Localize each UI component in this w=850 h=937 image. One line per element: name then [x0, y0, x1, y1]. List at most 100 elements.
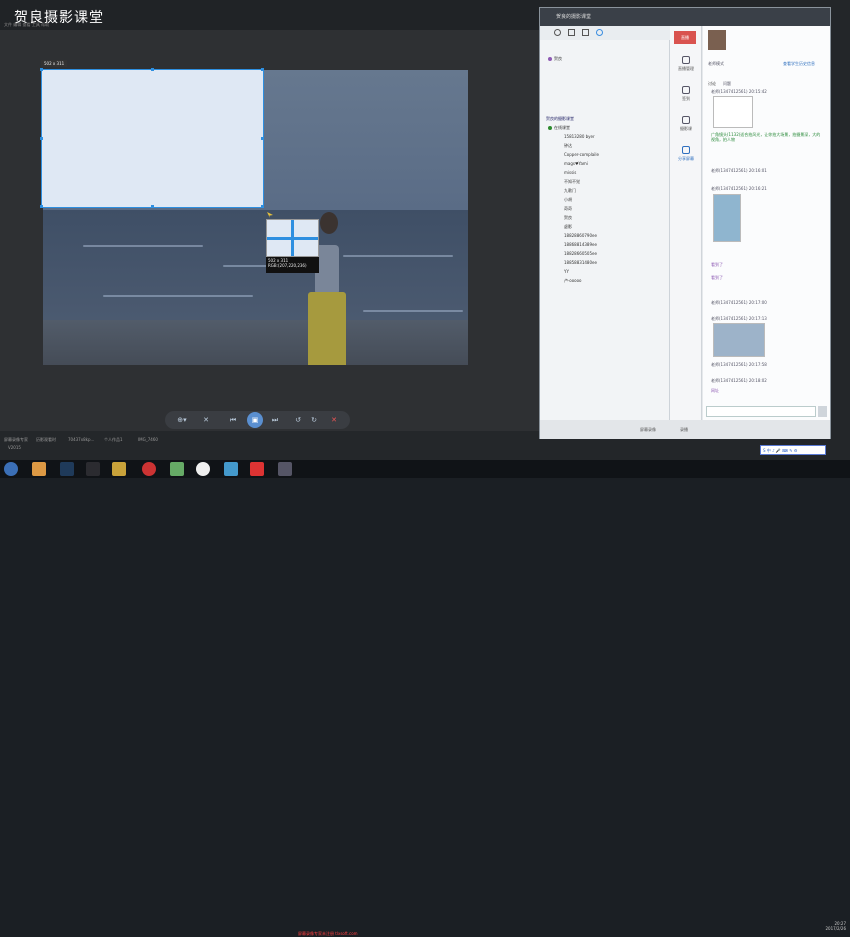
member-list: 贺良 贺良的摄影课堂 在线课堂 15813280 byer 钟达 Copper-…: [540, 40, 670, 420]
lesson-item[interactable]: 摄影课: [672, 116, 700, 132]
zoom-button[interactable]: ⊕▾: [173, 414, 191, 426]
status-mode: 历影观看时: [36, 437, 56, 442]
resize-handle[interactable]: [40, 205, 43, 208]
magnifier-info: 502 x 311 RGB:(207,220,236): [266, 257, 319, 273]
resize-handle[interactable]: [261, 137, 264, 140]
resize-handle[interactable]: [151, 68, 154, 71]
qq-icon[interactable]: [196, 462, 210, 476]
message-input[interactable]: [706, 406, 816, 417]
browser-icon[interactable]: [32, 462, 46, 476]
group-root[interactable]: 贺良: [548, 56, 562, 62]
subject-skirt: [308, 292, 346, 365]
member-item[interactable]: 18868814389ee: [564, 242, 597, 247]
member-item[interactable]: 九歌门: [564, 188, 576, 194]
delete-icon[interactable]: ✕: [201, 414, 211, 426]
chat-app-icon[interactable]: [170, 462, 184, 476]
avatar[interactable]: [708, 30, 726, 50]
feature-sidebar: 直播管理 签到 摄影课 分享屏幕: [670, 26, 702, 420]
rotate-right-button[interactable]: ↻: [309, 414, 319, 426]
group-icon[interactable]: [568, 29, 575, 36]
start-icon[interactable]: [4, 462, 18, 476]
status-app: 屏幕录像专家: [4, 437, 28, 442]
member-item[interactable]: mags♥Yami: [564, 161, 588, 166]
member-item[interactable]: missis: [564, 170, 576, 175]
member-item[interactable]: 15813280 byer: [564, 134, 595, 139]
share-screen-item[interactable]: 分享屏幕: [672, 146, 700, 162]
message-panel: 老师模式 查看学生历史信息 讨论 问题 老师(1347412561) 20:15…: [703, 26, 830, 420]
app-icon[interactable]: [112, 462, 126, 476]
video-icon[interactable]: [142, 462, 156, 476]
message-text: 网址: [711, 388, 719, 393]
profile-link[interactable]: 查看学生历史信息: [783, 61, 815, 67]
lightroom-icon[interactable]: [86, 462, 100, 476]
photoshop-icon[interactable]: [60, 462, 74, 476]
member-item[interactable]: 18858831480ee: [564, 260, 597, 265]
status-file: 70437x8kp...: [68, 437, 95, 442]
message-meta: 老师(1347412561) 20:17:58: [711, 362, 767, 367]
live-badge[interactable]: 直播: [674, 31, 696, 44]
close-icon[interactable]: ✕: [329, 414, 339, 426]
live-manage-item[interactable]: 直播管理: [672, 56, 700, 72]
online-label[interactable]: 在线课堂: [548, 125, 570, 131]
viewer-toolbar: ⊕▾ ✕ ⏮ ▣ ⏭ ↺ ↻ ✕: [165, 411, 350, 429]
member-item[interactable]: 卢·ooooo: [564, 278, 582, 284]
play-slideshow-button[interactable]: ▣: [247, 412, 263, 428]
message-text: 看到了: [711, 275, 723, 280]
profile-label: 老师模式: [708, 61, 724, 66]
cloud-icon[interactable]: [224, 462, 238, 476]
member-item[interactable]: Copper-complaile: [564, 152, 599, 157]
previous-button[interactable]: ⏮: [227, 414, 239, 426]
member-item[interactable]: 钟达: [564, 143, 572, 149]
message-text: 看到了: [711, 262, 723, 267]
photo-sand: [43, 320, 468, 365]
sign-in-item[interactable]: 签到: [672, 86, 700, 102]
wave: [103, 295, 253, 297]
member-item[interactable]: 奇奇: [564, 206, 572, 212]
wave: [343, 255, 453, 257]
clock[interactable]: 20:27 2017/2/26: [810, 921, 846, 931]
clock-date: 2017/2/26: [825, 926, 846, 931]
next-button[interactable]: ⏭: [269, 414, 281, 426]
send-button[interactable]: [818, 406, 827, 417]
window-icon[interactable]: [278, 462, 292, 476]
viewer-menu[interactable]: 文件 编辑 查看 工具 帮助: [4, 22, 49, 28]
member-item[interactable]: 小胡: [564, 197, 572, 203]
status-album: 个人作品1: [104, 437, 123, 442]
tab-questions[interactable]: 问题: [723, 81, 731, 87]
member-item[interactable]: YY: [564, 269, 569, 274]
search-icon[interactable]: [596, 29, 603, 36]
resize-handle[interactable]: [151, 205, 154, 208]
contacts-icon[interactable]: [554, 29, 561, 36]
member-item[interactable]: 虚影: [564, 224, 572, 230]
class-header[interactable]: 贺良的摄影课堂: [546, 116, 574, 122]
resize-handle[interactable]: [261, 205, 264, 208]
recorder-icon[interactable]: [250, 462, 264, 476]
resize-handle[interactable]: [261, 68, 264, 71]
message-meta: 老师(1347412561) 20:17:13: [711, 316, 767, 321]
list-icon[interactable]: [582, 29, 589, 36]
message-meta: 老师(1347412561) 20:16:21: [711, 186, 767, 191]
magnifier-rgb: RGB:(207,220,236): [268, 263, 307, 268]
member-item[interactable]: 18828660505ee: [564, 251, 597, 256]
resize-handle[interactable]: [40, 68, 43, 71]
playback-button[interactable]: 录播: [680, 427, 688, 433]
message-meta: 老师(1347412561) 20:17:00: [711, 300, 767, 305]
message-image[interactable]: [713, 96, 753, 128]
member-item[interactable]: 贺良: [564, 215, 572, 221]
tab-discussion[interactable]: 讨论: [708, 81, 716, 87]
status-name: IMG_7460: [138, 437, 158, 442]
record-button[interactable]: 屏幕录像: [640, 427, 656, 433]
message-image[interactable]: [713, 194, 741, 242]
selection-size-label: 502 x 311: [41, 60, 68, 67]
message-image[interactable]: [713, 323, 765, 357]
member-item[interactable]: 18828860790ee: [564, 233, 597, 238]
chat-toolbar: [540, 26, 670, 40]
viewer-titlebar: 贺良摄影课堂 文件 编辑 查看 工具 帮助: [0, 0, 540, 30]
screenshot-selection[interactable]: [40, 68, 264, 208]
message-text: 广角镜头(1132)适合拍风光，让你拍大场景，拍摄景深，大的视角，拍人物: [711, 132, 821, 142]
rotate-left-button[interactable]: ↺: [293, 414, 303, 426]
resize-handle[interactable]: [40, 137, 43, 140]
ime-toolbar[interactable]: S 中 ♪ 🎤 ⌨ ✎ ⚙: [760, 445, 826, 455]
member-item[interactable]: 不知不觉: [564, 179, 580, 185]
status-version: V2015: [8, 445, 21, 450]
